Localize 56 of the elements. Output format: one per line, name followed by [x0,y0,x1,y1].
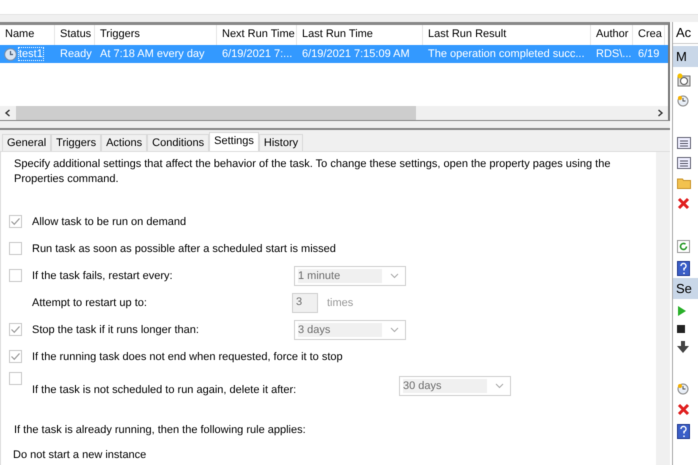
delete-icon[interactable] [677,197,690,210]
option-label: If the running task does not end when requested, force it to stop [32,350,343,362]
chevron-down-icon[interactable] [495,383,504,389]
checkbox[interactable] [9,323,22,336]
unit-label: times [327,296,354,308]
list-icon[interactable] [677,137,691,149]
refresh-icon[interactable] [677,240,690,253]
table-cell: test1 [19,48,43,60]
clock-icon[interactable] [677,95,689,107]
help-icon[interactable] [677,261,690,276]
section-header[interactable]: M [673,46,698,67]
dropdown[interactable]: 3 days [294,320,406,340]
checkbox[interactable] [9,372,22,385]
dropdown[interactable]: 30 days [399,376,511,396]
chevron-down-icon[interactable] [390,272,399,278]
option-label: If the task fails, restart every: [32,270,174,282]
horizontal-scrollbar[interactable] [0,106,668,120]
section-header[interactable]: Se [673,278,698,299]
delete-icon[interactable] [677,403,690,416]
table-cell: RDS\... [596,48,632,60]
tab[interactable]: General [2,134,52,151]
settings-description: Specify additional settings that affect the behavior of the task. To change these settings, open the property pages using the Properties command. [14,157,612,187]
table-cell: Ready [60,48,92,60]
rule-value: Do not start a new instance [13,449,148,461]
option-label: Stop the task if it runs longer than: [32,324,200,336]
checkbox[interactable] [9,269,22,282]
table-cell: 6/19/2021 7:... [222,48,292,60]
option-label: Run task as soon as possible after a scheduled start is missed [32,242,336,254]
rule-label: If the task is already running, then the following rule applies: [14,424,307,436]
run-icon[interactable] [677,305,687,317]
tab[interactable]: Actions [101,134,148,151]
tab[interactable]: Settings [209,132,259,151]
tab[interactable]: Triggers [51,134,102,151]
checkbox[interactable] [9,242,22,255]
clock-icon[interactable] [677,73,691,87]
tab[interactable]: History [258,134,304,151]
option-label: Attempt to restart up to: [32,296,148,308]
clock-icon [4,48,17,60]
checkbox[interactable] [9,215,22,228]
down-arrow-icon[interactable] [677,341,689,353]
table-cell: 6/19/2021 7:15:09 AM [302,48,410,60]
help-icon[interactable] [677,424,690,439]
table-cell: 6/19 [638,48,660,60]
list-icon[interactable] [677,157,691,169]
table-cell: At 7:18 AM every day [100,48,205,60]
pane-title: Ac [673,22,698,44]
number-field[interactable]: 3 [292,292,318,312]
option-label: If the task is not scheduled to run again, delete it after: [32,384,298,396]
chevron-down-icon[interactable] [390,326,399,332]
dropdown[interactable]: 1 minute [294,266,406,286]
tab[interactable]: Conditions [147,134,210,151]
clock-icon[interactable] [677,383,689,395]
folder-icon[interactable] [677,177,691,189]
table-cell: The operation completed succ... [428,48,585,60]
checkbox[interactable] [9,350,22,363]
option-label: Allow task to be run on demand [32,216,188,228]
